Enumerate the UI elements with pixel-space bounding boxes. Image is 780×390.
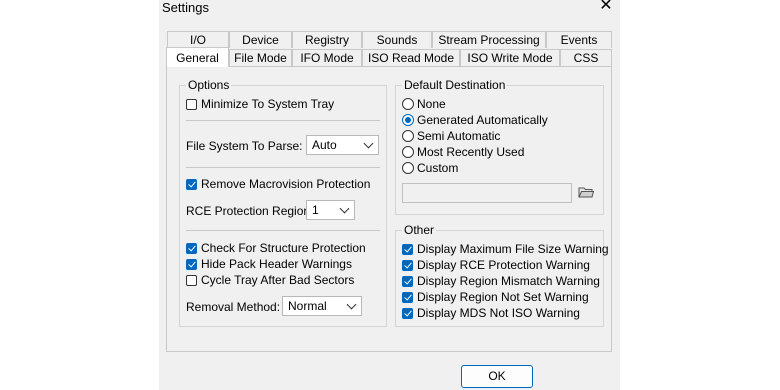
check-structure-label: Check For Structure Protection xyxy=(201,241,366,255)
chevron-down-icon xyxy=(346,299,357,310)
rce-warning-checkbox-box[interactable] xyxy=(402,259,413,271)
hide-pack-checkbox-box[interactable] xyxy=(186,258,197,270)
region-mismatch-checkbox-box[interactable] xyxy=(402,275,413,287)
radio-custom[interactable]: Custom xyxy=(402,161,458,175)
radio-recent-circle[interactable] xyxy=(402,146,414,158)
close-icon[interactable]: ✕ xyxy=(598,0,614,15)
region-not-set-warning-checkbox[interactable]: Display Region Not Set Warning xyxy=(402,290,589,304)
other-group: Other Display Maximum File Size Warning … xyxy=(395,223,609,327)
tab-general[interactable]: General xyxy=(166,47,229,67)
chevron-down-icon xyxy=(363,138,374,149)
radio-generated-label: Generated Automatically xyxy=(417,113,548,127)
radio-none-label: None xyxy=(417,97,446,111)
tab-events[interactable]: Events xyxy=(546,31,612,48)
file-system-label: File System To Parse: xyxy=(186,139,303,153)
tab-io[interactable]: I/O xyxy=(167,31,229,48)
tab-iso-write-mode[interactable]: ISO Write Mode xyxy=(460,49,560,66)
folder-icon[interactable] xyxy=(578,185,595,202)
region-mismatch-warning-checkbox[interactable]: Display Region Mismatch Warning xyxy=(402,274,600,288)
mds-not-iso-checkbox-box[interactable] xyxy=(402,307,413,319)
region-not-set-label: Display Region Not Set Warning xyxy=(417,290,589,304)
radio-semi-automatic[interactable]: Semi Automatic xyxy=(402,129,500,143)
chevron-down-icon xyxy=(339,203,350,214)
hide-pack-label: Hide Pack Header Warnings xyxy=(201,257,352,271)
default-destination-title: Default Destination xyxy=(402,78,508,92)
file-system-value: Auto xyxy=(312,138,337,152)
default-destination-group: Default Destination None Generated Autom… xyxy=(395,78,604,215)
remove-macrovision-checkbox-box[interactable] xyxy=(186,178,197,190)
radio-generated-automatically[interactable]: Generated Automatically xyxy=(402,113,548,127)
settings-window: Settings ✕ I/O Device Registry Sounds St… xyxy=(159,0,620,390)
mds-not-iso-label: Display MDS Not ISO Warning xyxy=(417,306,580,320)
removal-method-label: Removal Method: xyxy=(186,300,281,314)
max-file-size-checkbox-box[interactable] xyxy=(402,243,413,255)
rce-region-select[interactable]: 1 xyxy=(306,200,355,220)
other-group-title: Other xyxy=(402,223,437,237)
divider xyxy=(186,230,380,231)
max-file-size-label: Display Maximum File Size Warning xyxy=(417,242,609,256)
title-bar: Settings ✕ xyxy=(159,0,620,16)
tab-registry[interactable]: Registry xyxy=(292,31,362,48)
tab-ifo-mode[interactable]: IFO Mode xyxy=(292,49,362,66)
custom-path-field[interactable] xyxy=(402,183,572,203)
radio-semi-label: Semi Automatic xyxy=(417,129,501,143)
minimize-checkbox-box[interactable] xyxy=(186,98,197,110)
rce-region-value: 1 xyxy=(312,203,319,217)
minimize-to-tray-checkbox[interactable]: Minimize To System Tray xyxy=(186,97,334,111)
radio-semi-circle[interactable] xyxy=(402,130,414,142)
general-tab-panel: Options Minimize To System Tray File Sys… xyxy=(166,66,612,352)
window-title: Settings xyxy=(162,0,209,15)
tab-css[interactable]: CSS xyxy=(560,49,612,66)
radio-custom-circle[interactable] xyxy=(402,162,414,174)
radio-recent-label: Most Recently Used xyxy=(417,145,525,159)
removal-method-value: Normal xyxy=(288,299,327,313)
ok-button[interactable]: OK xyxy=(461,365,533,388)
removal-method-select[interactable]: Normal xyxy=(282,296,362,316)
radio-most-recently-used[interactable]: Most Recently Used xyxy=(402,145,524,159)
mds-not-iso-warning-checkbox[interactable]: Display MDS Not ISO Warning xyxy=(402,306,580,320)
options-group-title: Options xyxy=(186,78,232,92)
cycle-tray-checkbox[interactable]: Cycle Tray After Bad Sectors xyxy=(186,273,354,287)
rce-protection-warning-checkbox[interactable]: Display RCE Protection Warning xyxy=(402,258,590,272)
radio-custom-label: Custom xyxy=(417,161,459,175)
options-group: Options Minimize To System Tray File Sys… xyxy=(179,78,387,327)
rce-warning-label: Display RCE Protection Warning xyxy=(417,258,590,272)
radio-generated-circle[interactable] xyxy=(402,114,414,126)
check-structure-checkbox-box[interactable] xyxy=(186,242,197,254)
tab-device[interactable]: Device xyxy=(229,31,292,48)
tab-file-mode[interactable]: File Mode xyxy=(229,49,292,66)
minimize-label: Minimize To System Tray xyxy=(201,97,335,111)
remove-macrovision-checkbox[interactable]: Remove Macrovision Protection xyxy=(186,177,370,191)
hide-pack-header-checkbox[interactable]: Hide Pack Header Warnings xyxy=(186,257,352,271)
rce-region-label: RCE Protection Region: xyxy=(186,204,314,218)
region-mismatch-label: Display Region Mismatch Warning xyxy=(417,274,600,288)
region-not-set-checkbox-box[interactable] xyxy=(402,291,413,303)
cycle-tray-checkbox-box[interactable] xyxy=(186,274,197,286)
tab-sounds[interactable]: Sounds xyxy=(362,31,432,48)
divider xyxy=(186,120,380,121)
cycle-tray-label: Cycle Tray After Bad Sectors xyxy=(201,273,355,287)
radio-none[interactable]: None xyxy=(402,97,446,111)
divider xyxy=(186,167,380,168)
tab-stream-processing[interactable]: Stream Processing xyxy=(432,31,546,48)
max-file-size-warning-checkbox[interactable]: Display Maximum File Size Warning xyxy=(402,242,609,256)
radio-none-circle[interactable] xyxy=(402,98,414,110)
tab-iso-read-mode[interactable]: ISO Read Mode xyxy=(362,49,460,66)
check-structure-checkbox[interactable]: Check For Structure Protection xyxy=(186,241,366,255)
file-system-select[interactable]: Auto xyxy=(306,135,379,155)
remove-macrovision-label: Remove Macrovision Protection xyxy=(201,177,371,191)
